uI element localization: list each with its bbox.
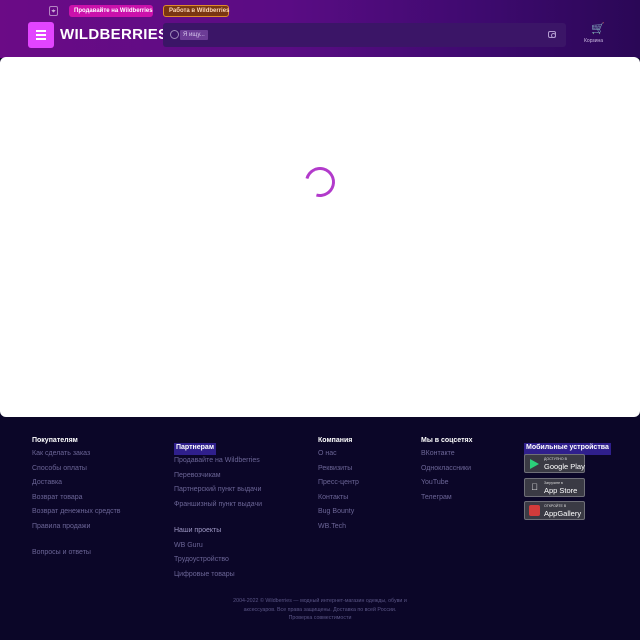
burger-line <box>36 38 46 40</box>
footer-link[interactable]: Цифровые товары <box>174 569 262 584</box>
work-at-wildberries-button[interactable]: Работа в Wildberries <box>163 5 229 17</box>
footer-buyers-column: Покупателям Как сделать заказ Способы оп… <box>32 436 121 562</box>
apple-icon:  <box>529 482 540 493</box>
footer-link[interactable]: WB.Tech <box>318 521 359 536</box>
footer-link[interactable]: Продавайте на Wildberries <box>174 455 262 470</box>
footer-link[interactable]: Способы оплаты <box>32 463 121 478</box>
store-name: App Store <box>544 486 578 495</box>
store-name: Google Play <box>544 462 585 471</box>
footer-link[interactable]: Возврат товара <box>32 492 121 507</box>
menu-burger-button[interactable] <box>28 22 54 48</box>
footer-partners-title: Партнерам <box>174 443 217 455</box>
burger-line <box>36 34 46 36</box>
location-pin-icon[interactable]: ⌖ <box>49 6 58 16</box>
main-content <box>0 57 640 417</box>
footer-link[interactable]: WB Guru <box>174 540 262 555</box>
footer-link[interactable]: Франшизный пункт выдачи <box>174 499 262 514</box>
footer-link[interactable]: Партнерский пункт выдачи <box>174 484 262 499</box>
footer-gap <box>174 513 262 525</box>
footer-link[interactable]: Возврат денежных средств <box>32 506 121 521</box>
footer-gap <box>32 535 121 547</box>
footer-link-faq[interactable]: Вопросы и ответы <box>32 547 121 562</box>
store-pre-label: Загрузите в <box>544 481 563 485</box>
footer-projects-title: Наши проекты <box>174 527 222 534</box>
header: ⌖ Продавайте на Wildberries Работа в Wil… <box>0 0 640 58</box>
footer-link[interactable]: Доставка <box>32 477 121 492</box>
footer-link-ok[interactable]: Одноклассники <box>421 463 472 478</box>
footer-social-column: Мы в соцсетях ВКонтакте Одноклассники Yo… <box>421 436 472 506</box>
cart-icon: 🛒 <box>591 23 605 35</box>
footer-partners-column: Партнерам Продавайте на Wildberries Пере… <box>174 436 262 583</box>
logo[interactable]: WILDBERRIES <box>60 26 168 43</box>
footer-link[interactable]: Реквизиты <box>318 463 359 478</box>
camera-search-icon[interactable] <box>548 31 556 38</box>
footer-copyright: 2004-2022 © Wildberries — модный интерне… <box>218 597 422 623</box>
footer-social-title: Мы в соцсетях <box>421 437 473 444</box>
store-pre-label: ОТКРОЙТЕ В <box>544 504 567 508</box>
google-play-button[interactable]: ДОСТУПНО В Google Play <box>524 454 585 473</box>
footer-company-column: Компания О нас Реквизиты Пресс-центр Кон… <box>318 436 359 535</box>
footer-link[interactable]: Трудоустройство <box>174 554 262 569</box>
compatibility-check-link[interactable]: Проверка совместимости <box>289 615 352 621</box>
footer-link-youtube[interactable]: YouTube <box>421 477 472 492</box>
footer-link[interactable]: Контакты <box>318 492 359 507</box>
store-name: AppGallery <box>544 509 582 518</box>
footer-link-telegram[interactable]: Телеграм <box>421 492 472 507</box>
footer-company-title: Компания <box>318 437 353 444</box>
footer-link[interactable]: Как сделать заказ <box>32 448 121 463</box>
search-icon <box>170 30 179 39</box>
appgallery-button[interactable]: ОТКРОЙТЕ В AppGallery <box>524 501 585 520</box>
app-store-button[interactable]:  Загрузите в App Store <box>524 478 585 497</box>
footer-link[interactable]: О нас <box>318 448 359 463</box>
store-pre-label: ДОСТУПНО В <box>544 457 567 461</box>
loading-spinner <box>299 161 341 203</box>
google-play-icon <box>530 459 539 469</box>
footer-link-vk[interactable]: ВКонтакте <box>421 448 472 463</box>
cart-button[interactable]: 🛒 Корзина <box>584 23 608 45</box>
footer-link[interactable]: Bug Bounty <box>318 506 359 521</box>
footer-buyers-title: Покупателям <box>32 437 78 444</box>
footer-mobile-column: Мобильные устройства <box>524 436 611 455</box>
footer-link[interactable]: Правила продажи <box>32 521 121 536</box>
search-bar[interactable] <box>163 23 566 47</box>
footer-link[interactable]: Пресс-центр <box>318 477 359 492</box>
copyright-text: 2004-2022 © Wildberries — модный интерне… <box>233 598 407 613</box>
cart-label: Корзина <box>584 38 604 44</box>
footer-link[interactable]: Перевозчикам <box>174 470 262 485</box>
search-input[interactable]: Я ищу... <box>180 30 208 40</box>
burger-line <box>36 30 46 32</box>
appgallery-icon <box>529 505 540 516</box>
sell-on-wildberries-button[interactable]: Продавайте на Wildberries <box>69 5 153 17</box>
